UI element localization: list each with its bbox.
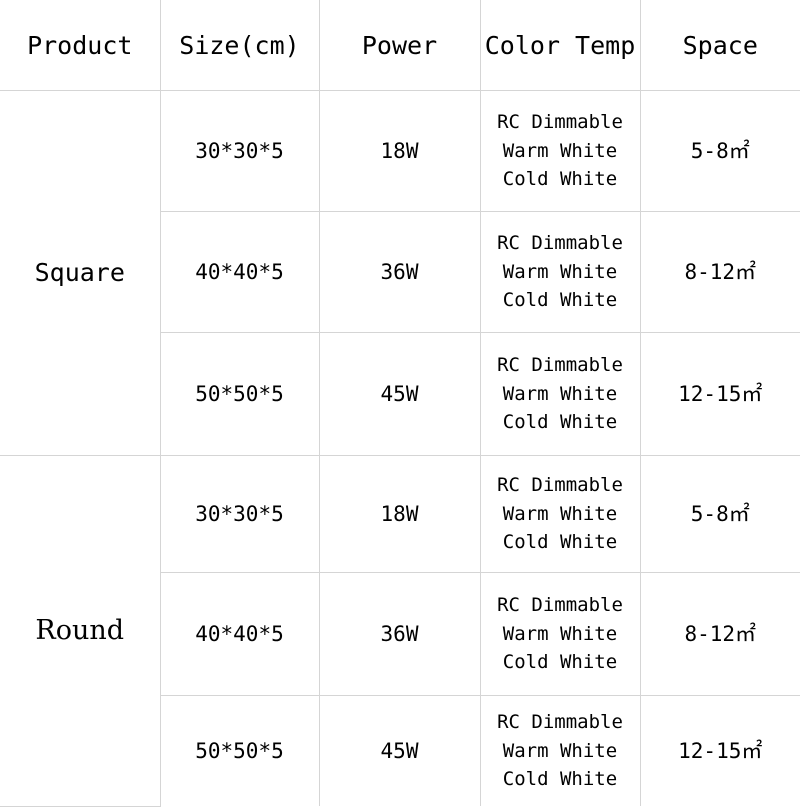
product-group-label-round: Round — [0, 455, 161, 807]
cell-space: 12-15㎡ — [678, 738, 763, 763]
cell-space: 8-12㎡ — [640, 572, 800, 696]
column-header-power: Power — [319, 0, 481, 91]
table-row: Round 30*30*5 18W RC Dimmable Warm White… — [0, 455, 800, 807]
column-header-size: Size(cm) — [160, 0, 320, 91]
cell-power: 45W — [319, 695, 481, 806]
column-header-space: Space — [640, 0, 800, 91]
cell-space: 8-12㎡ — [640, 211, 800, 333]
product-specification-table: Product Size(cm) Power Color Temp Space … — [0, 0, 800, 807]
cell-space: 12-15㎡ — [640, 332, 800, 456]
cell-power: 45W — [319, 332, 481, 456]
cell-size: 40*40*5 — [160, 572, 320, 696]
column-header-product: Product — [0, 0, 161, 91]
cell-size: 50*50*5 — [160, 332, 320, 456]
cell-color-temp: RC Dimmable Warm White Cold White — [480, 455, 641, 573]
table-body: Square 30*30*5 18W RC Dimmable Warm Whit… — [0, 90, 800, 807]
product-group-label-square: Square — [0, 90, 161, 456]
cell-color-temp: RC Dimmable Warm White Cold White — [480, 332, 641, 456]
column-header-color-temp: Color Temp — [480, 0, 641, 91]
cell-size: 50*50*5 — [160, 695, 320, 806]
cell-color-temp: RC Dimmable Warm White Cold White — [480, 211, 641, 333]
cell-power: 18W — [319, 455, 481, 573]
table-header-row: Product Size(cm) Power Color Temp Space — [0, 0, 800, 91]
table-row: Square 30*30*5 18W RC Dimmable Warm Whit… — [0, 90, 800, 456]
cell-space: 5-8㎡ — [640, 90, 800, 212]
table-header: Product Size(cm) Power Color Temp Space — [0, 0, 800, 91]
cell-power: 36W — [319, 211, 481, 333]
cell-size: 30*30*5 — [160, 455, 320, 573]
cell-size: 40*40*5 — [160, 211, 320, 333]
cell-color-temp: RC Dimmable Warm White Cold White — [480, 695, 641, 806]
cell-color-temp: RC Dimmable Warm White Cold White — [480, 90, 641, 212]
cell-power: 36W — [319, 572, 481, 696]
cell-color-temp: RC Dimmable Warm White Cold White — [480, 572, 641, 696]
cell-space: 5-8㎡ — [640, 455, 800, 573]
cell-power: 18W — [319, 90, 481, 212]
cell-size: 30*30*5 — [160, 90, 320, 212]
